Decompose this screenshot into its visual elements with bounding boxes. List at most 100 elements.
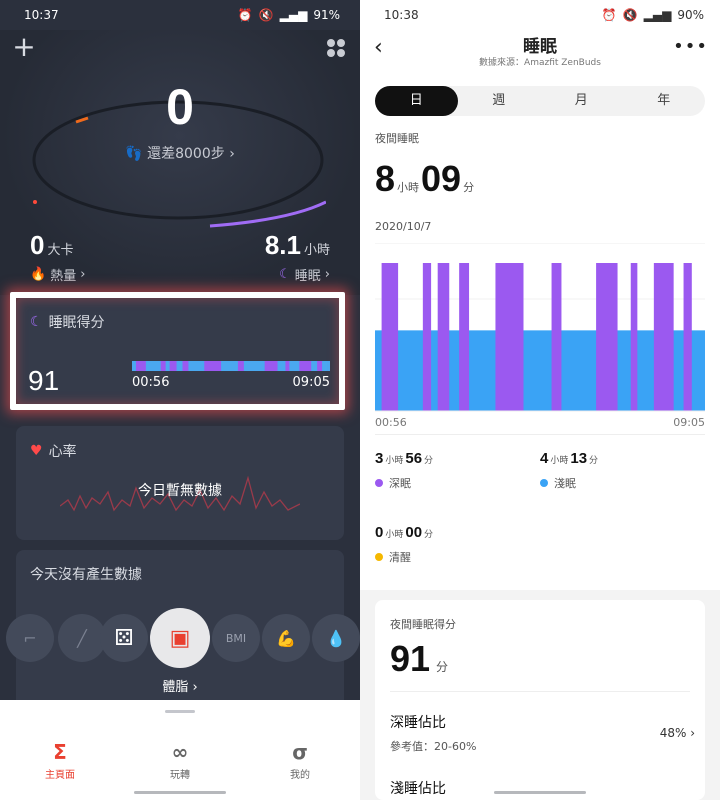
heart-rate-card[interactable]: ♥ 心率 今日暫無數據 [16,426,344,540]
tab-home[interactable]: Σ 主頁面 [0,740,120,781]
arm-icon[interactable]: ╱ [58,614,106,662]
mute-icon: 🔇 [258,8,274,22]
heart-icon: ♥ [30,443,43,459]
status-icons: ⏰ 🔇 ▂▄▆ 91% [238,8,340,22]
home-screen: 10:37 ⏰ 🔇 ▂▄▆ 91% + 0 👣 還差8000步 › 0 大卡 🔥… [0,0,360,800]
calories-unit: 大卡 [47,243,74,258]
tab-explore-label: 玩轉 [170,770,190,781]
deep-ratio-row[interactable]: 深睡佔比 參考值：20-60% 48% › [390,712,695,754]
calories-value: 0 [30,230,45,260]
night-sleep-label: 夜間睡眠 [375,132,419,145]
deep-sleep-bar [459,263,470,411]
body-metrics-carousel[interactable]: ⌐ ╱ ⚄ ▣ BMI 💪 💧 [6,608,360,668]
calories-stat[interactable]: 0 大卡 🔥 熱量 › [30,230,85,284]
sleep-stat[interactable]: 8.1 小時 ☾ 睡眠 › [265,230,330,284]
light-ratio-row[interactable]: 淺睡佔比 [390,778,446,798]
body-fat-icon[interactable]: ▣ [150,608,210,668]
duration-hours-unit: 小時 [397,181,420,194]
mini-deep-bar [264,361,278,371]
awake-dot [375,553,383,561]
sleep-score-card[interactable]: ☾ 睡眠得分 91 00:56 09:05 [16,297,344,405]
light-label: 淺眠 [554,477,576,490]
deep-label: 深眠 [389,477,411,490]
light-dot [540,479,548,487]
moon-icon: ☾ [30,314,43,330]
deep-sleep-bar [437,263,450,411]
period-selector: 日 週 月 年 [375,86,705,116]
calories-label: 熱量 [50,269,77,284]
muscle-icon[interactable]: 💪 [262,614,310,662]
divider [390,691,690,692]
sleep-detail-screen: 10:38 ⏰ 🔇 ▂▄▆ 90% ‹ 睡眠 數據來源：Amazfit ZenB… [360,0,720,800]
tab-home-label: 主頁面 [45,770,75,781]
score-unit: 分 [436,660,449,674]
deep-sleep-bar [422,263,432,411]
tab-profile[interactable]: σ 我的 [240,740,360,781]
deep-sleep-bar [596,263,618,411]
score-value: 91 [390,638,431,679]
flame-icon: 🔥 [30,267,47,282]
mini-deep-bar [160,361,166,371]
add-button[interactable]: + [12,33,36,61]
deep-sleep-bar [551,263,562,411]
water-drop-icon[interactable]: 💧 [312,614,360,662]
apps-grid-icon[interactable] [326,38,346,58]
mini-deep-bar [317,361,323,371]
tab-week[interactable]: 週 [458,86,541,116]
dice-icon[interactable]: ⚄ [100,614,148,662]
score-label: 夜間睡眠得分 [390,618,456,631]
leg-icon[interactable]: ⌐ [6,614,54,662]
alarm-icon: ⏰ [601,8,617,22]
deep-ratio-reference: 參考值：20-60% [390,740,477,753]
deep-sleep-stat: 3 小時 56 分 深眠 [375,450,435,491]
tab-month[interactable]: 月 [540,86,623,116]
battery-text: 90% [677,8,704,22]
drag-handle[interactable] [165,710,195,713]
gesture-bar [134,791,226,794]
mini-deep-bar [237,361,244,371]
status-time: 10:38 [384,8,419,22]
sleep-label: 睡眠 [294,269,321,284]
more-menu-icon[interactable]: ••• [673,36,708,57]
steps-remaining-text: 還差8000步 [147,146,225,162]
tab-explore[interactable]: ∞ 玩轉 [120,740,240,781]
status-icons: ⏰ 🔇 ▂▄▆ 90% [602,8,704,22]
sleep-score-panel: 夜間睡眠得分 91 分 深睡佔比 參考值：20-60% 48% › 淺睡佔比 [375,600,705,800]
mini-deep-bar [135,361,146,371]
footsteps-icon: 👣 [125,146,143,162]
deep-dot [375,479,383,487]
chevron-right-icon: › [324,267,330,282]
duration-minutes-unit: 分 [463,181,475,194]
tab-day[interactable]: 日 [375,86,458,116]
battery-text: 91% [313,8,340,22]
body-fat-label: 體脂 [162,680,189,695]
steps-hero: + 0 👣 還差8000步 › 0 大卡 🔥 熱量 › 8.1 小時 ☾ 睡眠 … [0,30,360,295]
steps-remaining[interactable]: 👣 還差8000步 › [0,143,360,163]
deep-ratio-value: 48% [659,726,687,740]
deep-ratio-value-row: 48% › [660,726,695,740]
bottom-nav: Σ 主頁面 ∞ 玩轉 σ 我的 [0,700,360,800]
awake-hours: 0 [375,524,384,541]
gesture-bar [494,791,586,794]
deep-sleep-bar [683,263,692,411]
steps-count: 0 [166,79,194,135]
mini-deep-bar [182,361,189,371]
sigma-icon: Σ [53,740,67,764]
screenshot: 10:37 ⏰ 🔇 ▂▄▆ 91% + 0 👣 還差8000步 › 0 大卡 🔥… [0,0,720,800]
sleep-duration: 8 小時 09 分 [375,158,476,200]
bmi-label: BMI [225,631,247,645]
explore-icon: ∞ [171,740,189,764]
chevron-right-icon: › [80,267,86,282]
awake-minutes: 00 [405,524,423,541]
sleep-hours-unit: 小時 [303,243,330,258]
deep-sleep-bar [495,263,524,411]
sleep-start-time: 00:56 [132,375,170,390]
body-fat-link[interactable]: 體脂 › [16,676,344,695]
sleep-stage-chart [375,243,705,412]
bmi-icon[interactable]: BMI [212,614,260,662]
chevron-right-icon: › [690,726,695,740]
tab-year[interactable]: 年 [623,86,706,116]
heart-rate-title: 心率 [48,444,77,460]
light-sleep-stat: 4 小時 13 分 淺眠 [540,450,600,491]
page-title: 睡眠 [523,37,557,57]
